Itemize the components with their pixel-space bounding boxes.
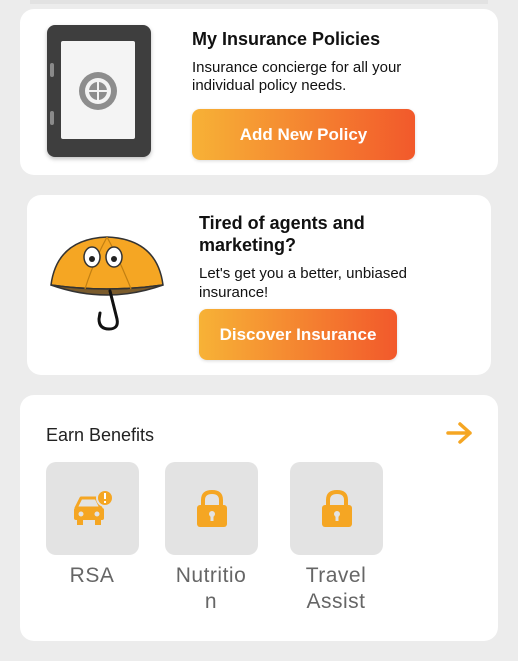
add-new-policy-button[interactable]: Add New Policy xyxy=(192,109,415,160)
card-description-line2: individual policy needs. xyxy=(192,77,347,94)
benefit-travel-assist[interactable] xyxy=(290,462,383,555)
car-alert-icon xyxy=(74,489,114,525)
card-description-line1: Let's get you a better, unbiased xyxy=(199,265,408,282)
section-title: Earn Benefits xyxy=(46,425,155,445)
earn-benefits-card: Earn Benefits RSA Nutritio n Travel Assi… xyxy=(20,395,498,641)
benefit-label-line1: Nutritio xyxy=(175,564,247,587)
benefit-nutrition-label: Nutritio n xyxy=(151,563,271,615)
umbrella-mascot-icon xyxy=(50,236,164,331)
benefit-rsa[interactable] xyxy=(46,462,139,555)
benefit-travel-assist-label: Travel Assist xyxy=(276,563,396,615)
arrow-right-icon[interactable] xyxy=(446,421,474,445)
safe-illustration xyxy=(47,25,151,157)
benefit-nutrition[interactable] xyxy=(165,462,258,555)
safe-hinge-bottom xyxy=(50,111,54,125)
card-description-line2: insurance! xyxy=(199,284,269,301)
card-title: My Insurance Policies xyxy=(192,29,381,49)
card-description-line1: Insurance concierge for all your xyxy=(192,59,402,76)
my-insurance-policies-card: My Insurance Policies Insurance concierg… xyxy=(20,9,498,175)
benefit-label-line2: n xyxy=(204,590,218,613)
top-divider xyxy=(30,0,488,4)
discover-insurance-card: Tired of agents and marketing? Let's get… xyxy=(27,195,491,375)
safe-door xyxy=(50,41,135,139)
benefit-label-line1: Travel xyxy=(305,564,367,587)
safe-dial-icon xyxy=(79,72,117,110)
lock-icon xyxy=(322,489,352,527)
card-title-line2: marketing? xyxy=(199,235,297,255)
lock-icon xyxy=(197,489,227,527)
benefit-label-line1: RSA xyxy=(69,564,115,587)
benefit-label-line2: Assist xyxy=(306,590,366,613)
card-title-line1: Tired of agents and xyxy=(199,213,365,233)
discover-insurance-button[interactable]: Discover Insurance xyxy=(199,309,397,360)
benefit-rsa-label: RSA xyxy=(32,563,152,589)
safe-hinge-top xyxy=(50,63,54,77)
